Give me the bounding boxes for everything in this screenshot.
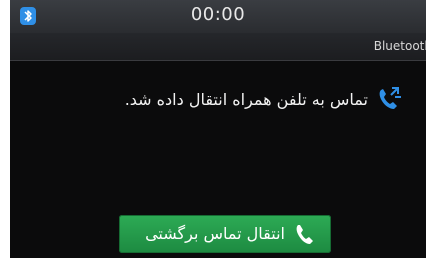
clock: 00:00 (190, 4, 246, 25)
transfer-message: تماس به تلفن همراه انتقال داده شد. (10, 84, 426, 114)
phone-icon (296, 225, 313, 244)
transfer-call-back-button[interactable]: انتقال تماس برگشتی (119, 215, 331, 253)
title-bar: Bluetooth (10, 33, 426, 61)
head-unit-screen: 00:00 Bluetooth تماس به تلفن همراه انتقا… (10, 0, 426, 258)
message-text: تماس به تلفن همراه انتقال داده شد. (124, 90, 368, 109)
page-title: Bluetooth (373, 39, 426, 53)
transfer-call-back-label: انتقال تماس برگشتی (145, 224, 285, 243)
call-transfer-icon (379, 87, 401, 109)
status-bar: 00:00 (10, 0, 426, 33)
